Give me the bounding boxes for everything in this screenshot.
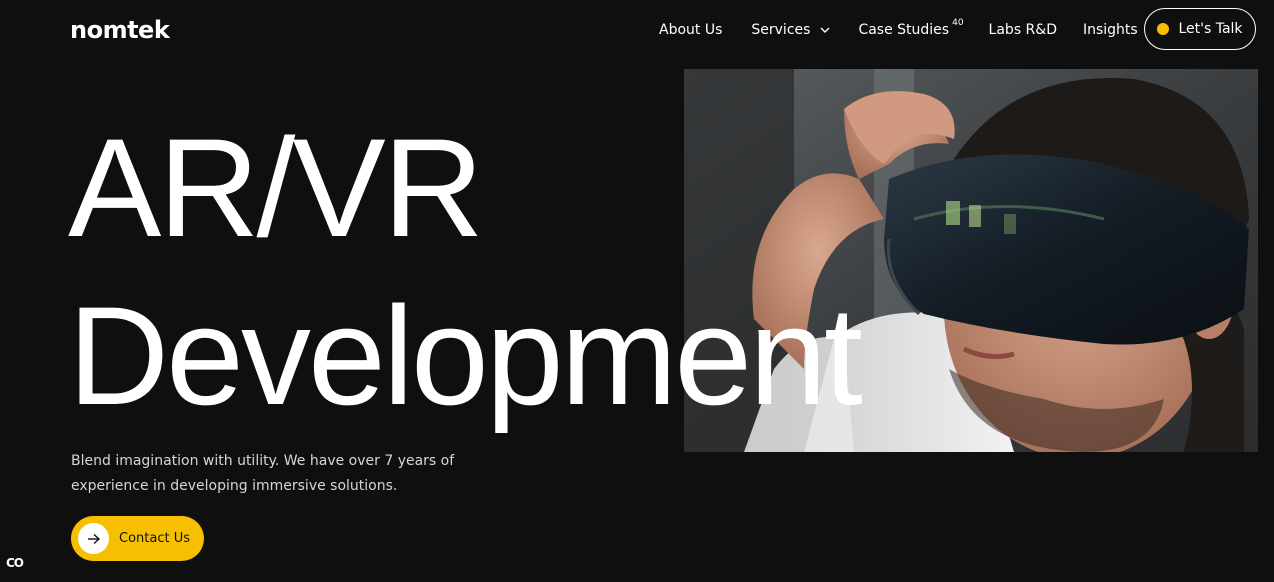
chevron-down-icon xyxy=(820,27,830,33)
nav-insights[interactable]: Insights xyxy=(1083,22,1138,38)
arrow-right-icon xyxy=(78,523,109,554)
hero-description: Blend imagination with utility. We have … xyxy=(71,453,455,494)
nav-case-studies-label: Case Studies xyxy=(858,22,950,38)
nav-services[interactable]: Services xyxy=(751,22,830,38)
contact-us-label: Contact Us xyxy=(119,531,190,546)
hero-title-line-1: AR/VR xyxy=(68,109,484,266)
nav-labs-rd[interactable]: Labs R&D xyxy=(989,22,1057,38)
lets-talk-button[interactable]: Let's Talk xyxy=(1144,8,1256,50)
contact-us-button[interactable]: Contact Us xyxy=(71,516,204,561)
case-studies-count-badge: 40 xyxy=(952,18,964,28)
lets-talk-label: Let's Talk xyxy=(1178,21,1243,37)
corner-badge[interactable]: CO xyxy=(6,556,24,570)
nav-about-us[interactable]: About Us xyxy=(659,22,722,38)
nav-case-studies[interactable]: Case Studies 40 xyxy=(858,18,963,38)
main-nav: About Us Services Case Studies 40 Labs R… xyxy=(659,18,1138,40)
status-dot-icon xyxy=(1157,23,1170,35)
logo[interactable]: nomtek xyxy=(70,16,170,44)
page: nomtek About Us Services Case Studies 40… xyxy=(0,0,1274,582)
nav-services-label: Services xyxy=(751,22,811,38)
hero-title-line-2: Development xyxy=(68,277,863,434)
